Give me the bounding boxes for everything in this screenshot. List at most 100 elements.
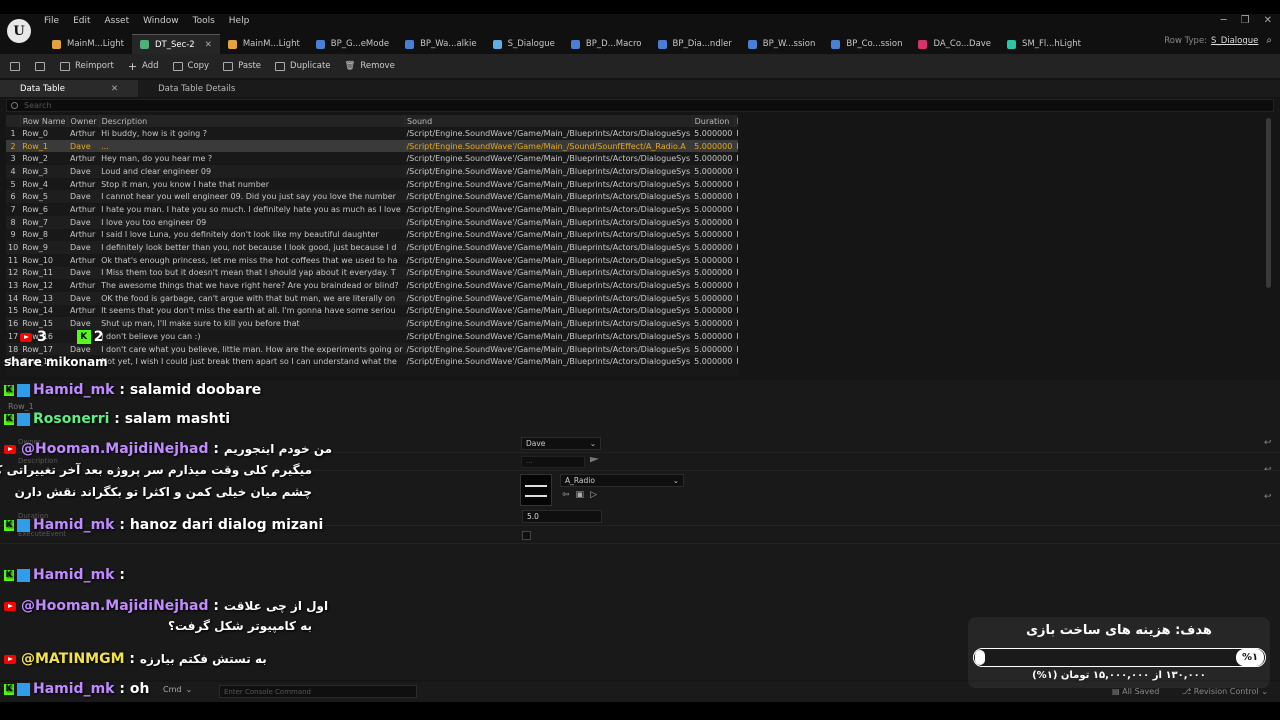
editor-tab[interactable]: BP_Wa...alkie (397, 34, 484, 54)
sound-asset-picker[interactable]: A_Radio ⌄ (560, 474, 684, 487)
editor-tab[interactable]: BP_Dia...ndler (650, 34, 740, 54)
table-row[interactable]: 1 Row_0 Arthur Hi buddy, how is it going ? /… (6, 127, 738, 140)
table-row[interactable]: 14 Row_13 Dave OK the food is garbage, can'… (6, 291, 738, 305)
editor-tab-label: BP_Wa...alkie (420, 39, 477, 49)
asset-icon (657, 39, 667, 49)
table-row[interactable]: 3 Row_2 Arthur Hey man, do you hear me ? /Sc… (6, 152, 738, 165)
menu-tools[interactable]: Tools (193, 16, 215, 26)
editor-tab[interactable]: DA_Co...Dave (910, 34, 999, 54)
table-row[interactable]: 5 Row_4 Arthur Stop it man, you know I hate… (6, 178, 738, 191)
editor-tab[interactable]: BP_G...eMode (308, 34, 397, 54)
minimize-icon[interactable]: ─ (1221, 15, 1227, 26)
menu-window[interactable]: Window (143, 16, 179, 26)
close-window-icon[interactable]: ✕ (1264, 15, 1272, 26)
tab-data-table-details[interactable]: Data Table Details (138, 80, 255, 97)
editor-tab[interactable]: BP_W...ssion (740, 34, 824, 54)
column-header[interactable]: Description (99, 115, 405, 127)
table-cell: /Script/Engine.SoundWave'/Game/Main_/Blu… (406, 128, 691, 138)
menu-asset[interactable]: Asset (105, 16, 130, 26)
revision-control[interactable]: ⎇ Revision Control ⌄ (1182, 687, 1268, 696)
table-cell: Row_1 (20, 139, 68, 153)
asset-icon (918, 39, 928, 49)
table-row[interactable]: 17 Row_16 I don't believe you can :)/Scrip… (6, 330, 738, 343)
table-cell: I definitely look better than you, not b… (99, 241, 405, 254)
editor-tab[interactable]: MainM...Light (44, 34, 132, 54)
kick-icon: K (4, 569, 14, 581)
remove-button[interactable]: 🗑 Remove (345, 61, 395, 71)
menu-help[interactable]: Help (229, 16, 250, 26)
editor-tab[interactable]: SM_Fl...hLight (999, 34, 1089, 54)
save-icon[interactable] (10, 61, 25, 71)
column-header[interactable] (6, 115, 21, 127)
maximize-icon[interactable]: ❐ (1241, 15, 1250, 26)
menu-edit[interactable]: Edit (73, 16, 90, 26)
subscriber-badge-icon (17, 568, 30, 582)
table-cell: 11 (8, 255, 19, 265)
table-cell: Ok that's enough princess, let me miss t… (101, 255, 398, 265)
owner-dropdown[interactable]: Dave ⌄ (521, 437, 601, 450)
reimport-button[interactable]: Reimport (60, 61, 114, 71)
table-cell: I hate you man. I hate you so much. I de… (101, 204, 401, 214)
chevron-down-icon: ⌄ (1258, 687, 1268, 696)
execute-event-checkbox[interactable] (522, 531, 531, 540)
table-row[interactable]: 4 Row_3 Dave Loud and clear engineer 09/Scr… (6, 165, 738, 178)
row-type-link[interactable]: S_Dialogue (1211, 36, 1258, 46)
close-icon[interactable]: ✕ (111, 84, 118, 94)
chat-text: oh (129, 681, 150, 697)
table-row[interactable]: 6 Row_5 Dave I cannot hear you well enginee… (6, 190, 738, 204)
table-row[interactable]: 11 Row_10 Arthur Ok that's enough princess,… (6, 254, 738, 267)
play-icon[interactable]: ▷ (590, 490, 597, 500)
column-header[interactable]: ExecuteEvent (734, 115, 738, 127)
duplicate-button[interactable]: Duplicate (275, 61, 331, 71)
column-header[interactable]: Sound (404, 115, 693, 127)
editor-tab[interactable]: S_Dialogue (485, 34, 563, 54)
editor-tab[interactable]: DT_Sec-2 ✕ (131, 34, 220, 54)
search-icon[interactable]: ⌕ (1266, 35, 1272, 46)
table-cell: 6 (6, 190, 21, 204)
chat-username: @Hooman.MajidiNejhad (21, 441, 209, 457)
column-header[interactable]: Owner (67, 115, 100, 127)
editor-tab[interactable]: MainM...Light (220, 34, 308, 54)
menu-file[interactable]: File (44, 16, 59, 26)
table-row[interactable]: 8 Row_7 Dave I love you too engineer 09/Scr… (6, 215, 738, 229)
tab-data-table[interactable]: Data Table ✕ (0, 80, 139, 97)
search-input[interactable]: Search (6, 99, 1274, 112)
browse-asset-icon[interactable]: ▣ (576, 490, 585, 500)
close-icon[interactable]: ✕ (205, 40, 212, 50)
save-status[interactable]: ▤ All Saved (1112, 687, 1159, 696)
table-cell: /Script/Engine.SoundWave'/Game/Main_/Blu… (404, 342, 693, 356)
add-button[interactable]: + Add (128, 60, 159, 73)
browse-icon[interactable] (35, 61, 50, 71)
chat-separator: : (114, 517, 130, 533)
table-cell: 5.000000 (694, 281, 733, 291)
asset-icon (492, 39, 502, 49)
table-cell: 5.000000 (692, 241, 735, 254)
chat-text: hanoz dari dialog mizani (129, 517, 324, 533)
table-cell: 5.000000 (694, 255, 733, 265)
table-cell: Arthur (69, 154, 96, 164)
table-row[interactable]: 16 Row_15 Dave Shut up man, I'll make sure … (6, 317, 738, 330)
editor-tab[interactable]: BP_Co...ssion (823, 34, 910, 54)
table-cell: The awesome things that we have right he… (101, 281, 399, 291)
copy-button[interactable]: Copy (172, 61, 209, 71)
duration-field[interactable]: 5.0 (522, 510, 602, 523)
viewer-counts: 3 K2 (20, 329, 104, 345)
description-field[interactable]: ... (521, 456, 585, 468)
table-scrollbar[interactable] (1266, 118, 1271, 288)
column-header[interactable]: Duration (692, 115, 735, 127)
table-row[interactable]: 7 Row_6 Arthur I hate you man. I hate you s… (6, 203, 738, 216)
table-row[interactable]: 18 Row_17 Dave I don't care what you believ… (6, 342, 738, 356)
table-row[interactable]: 12 Row_11 Dave I Miss them too but it doesn… (6, 266, 738, 280)
table-row[interactable]: 9 Row_8 Arthur I said I love Luna, you defi… (6, 229, 738, 242)
table-row[interactable]: 15 Row_14 Arthur It seems that you don't mi… (6, 305, 738, 318)
column-header[interactable]: Row Name (20, 115, 69, 127)
table-row[interactable]: 2 Row_1 Dave.../Script/Engine.SoundWave'/G… (6, 139, 738, 153)
editor-tab[interactable]: BP_D...Macro (563, 34, 650, 54)
table-cell: /Script/Engine.SoundWave'/Game/Main_/Blu… (404, 266, 693, 280)
unreal-logo-icon[interactable]: U (7, 19, 31, 43)
table-row[interactable]: 10 Row_9 Dave I definitely look better than… (6, 241, 738, 254)
reset-sound-icon[interactable]: ↩ (1264, 492, 1272, 519)
paste-button[interactable]: Paste (223, 61, 261, 71)
table-row[interactable]: 13 Row_12 Arthur The awesome things that we… (6, 279, 738, 292)
use-selected-icon[interactable]: ⇦ (562, 490, 570, 500)
